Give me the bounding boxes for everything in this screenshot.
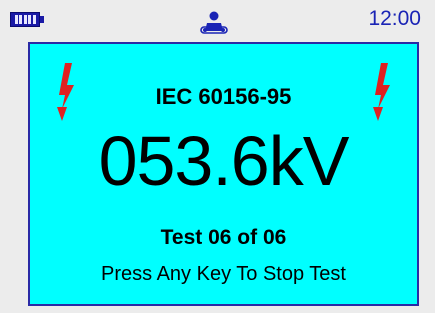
battery-icon <box>10 12 40 27</box>
operator-icon <box>200 11 228 34</box>
voltage-reading: 053.6kV <box>98 122 350 200</box>
test-display: IEC 60156-95 053.6kV Test 06 of 06 Press… <box>28 42 419 306</box>
status-bar: 12:00 <box>0 0 435 40</box>
test-standard: IEC 60156-95 <box>155 84 292 109</box>
stop-test-prompt: Press Any Key To Stop Test <box>101 263 346 285</box>
clock: 12:00 <box>368 7 421 30</box>
battery-terminal <box>40 16 44 23</box>
test-progress: Test 06 of 06 <box>160 226 287 249</box>
